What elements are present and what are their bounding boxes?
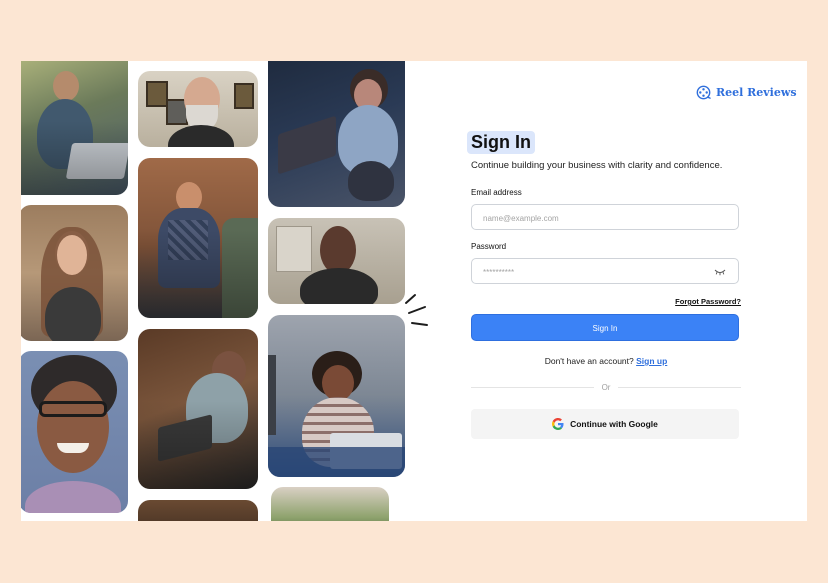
google-icon [552,418,564,430]
password-field-wrapper [471,258,739,285]
signin-card: Reel Reviews Sign In Continue building y… [21,61,807,521]
signin-form: Sign In Continue building your business … [467,131,742,439]
photo-gallery [21,61,405,521]
film-reel-icon [696,85,711,100]
photo-bearded-man [138,71,258,147]
photo-woman-laptop-overhead [268,61,405,207]
photo-bottom-partial [138,500,258,521]
signin-button[interactable]: Sign In [471,314,739,341]
google-signin-button[interactable]: Continue with Google [471,409,739,439]
photo-tree-building [271,487,389,521]
brand-name: Reel Reviews [716,86,797,99]
burst-lines-icon [405,294,428,326]
divider-label: Or [601,383,611,392]
email-field-wrapper [471,204,739,231]
page-title: Sign In [467,131,535,154]
photo-man-webcam [268,218,405,304]
signup-link[interactable]: Sign up [636,356,667,366]
eye-closed-icon[interactable] [714,268,726,276]
password-field[interactable] [472,259,705,285]
photo-man-microphone [138,158,258,318]
divider-line-right [618,387,742,388]
email-field[interactable] [472,205,705,231]
photo-woman-curly-hair-laptop [268,315,405,477]
password-label: Password [471,242,507,251]
signup-prompt: Don't have an account? [544,356,634,366]
page-subtitle: Continue building your business with cla… [471,160,723,171]
google-button-label: Continue with Google [570,419,658,429]
photo-woman-desk-overhead [138,329,258,489]
photo-woman-glasses-smiling [21,351,128,513]
email-label: Email address [471,188,522,197]
divider-line-left [471,387,594,388]
signup-row: Don't have an account? Sign up [471,356,741,366]
brand-logo[interactable]: Reel Reviews [696,85,797,100]
forgot-password-link[interactable]: Forgot Password? [471,297,741,306]
photo-woman-laptop-outdoors [21,61,128,195]
photo-woman-webcam [21,205,128,341]
or-divider: Or [471,383,742,392]
